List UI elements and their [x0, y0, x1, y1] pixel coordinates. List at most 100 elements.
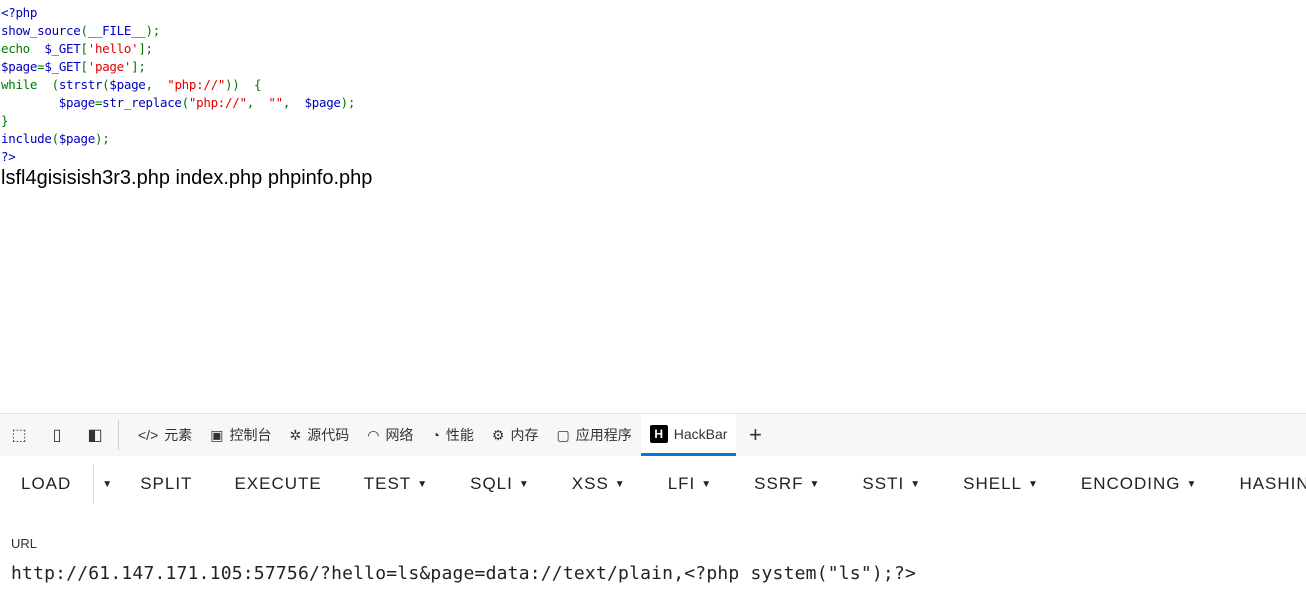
- menu-label: ENCODING: [1080, 474, 1181, 493]
- code-token: );: [145, 23, 161, 38]
- devtools-tab-3[interactable]: ◠ 网络: [358, 414, 422, 456]
- caret-down-icon: ▼: [910, 478, 922, 490]
- code-token: <?php: [1, 5, 38, 20]
- tab-icon: </>: [138, 427, 159, 443]
- devtools-tab-7[interactable]: H HackBar: [640, 414, 737, 456]
- tab-icon: ◔: [431, 427, 440, 443]
- devtools-tab-4[interactable]: ◔ 性能: [422, 414, 482, 456]
- devtools-tab-1[interactable]: ▣ 控制台: [201, 414, 280, 456]
- code-token: );: [94, 131, 110, 146]
- code-token: ?>: [1, 149, 16, 164]
- menu-label: SSTI: [862, 474, 905, 493]
- code-token: echo: [1, 41, 45, 56]
- code-token: (: [80, 23, 88, 38]
- code-line: include($page);: [1, 130, 355, 148]
- menu-label: SHELL: [963, 474, 1022, 493]
- code-token: "": [268, 95, 283, 110]
- url-input[interactable]: http://61.147.171.105:57756/?hello=ls&pa…: [11, 563, 916, 584]
- tab-label: 控制台: [229, 427, 272, 443]
- caret-down-icon: ▼: [809, 478, 821, 490]
- tab-label: 内存: [510, 427, 539, 443]
- tab-label: 元素: [164, 427, 193, 443]
- caret-down-icon: ▼: [1186, 478, 1198, 490]
- devtools-tab-2[interactable]: ✲ 源代码: [280, 414, 358, 456]
- hackbar-menu-ssrf[interactable]: SSRF ▼: [733, 474, 841, 494]
- load-dropdown-caret[interactable]: ▼: [94, 479, 119, 490]
- code-token: ];: [138, 41, 153, 56]
- code-token: __FILE__: [87, 23, 146, 38]
- url-label: URL: [11, 536, 38, 551]
- code-token: $_GET: [44, 41, 81, 56]
- code-token: [: [80, 59, 89, 74]
- hackbar-menu-lfi[interactable]: LFI ▼: [647, 474, 733, 494]
- caret-down-icon: ▼: [614, 478, 626, 490]
- hackbar-menu-encoding[interactable]: ENCODING ▼: [1060, 474, 1219, 494]
- menu-label: XSS: [571, 474, 609, 493]
- hackbar-menu-shell[interactable]: SHELL ▼: [942, 474, 1060, 494]
- code-token: }: [1, 113, 9, 128]
- menu-label: LFI: [667, 474, 696, 493]
- code-line: ?>: [1, 148, 355, 166]
- code-token: str_replace: [102, 95, 182, 110]
- code-token: ];: [131, 59, 146, 74]
- menu-label: SQLI: [470, 474, 513, 493]
- device-emulation-icon[interactable]: ▯: [38, 425, 76, 445]
- tab-label: 源代码: [307, 427, 350, 443]
- code-token: "php://": [167, 77, 226, 92]
- code-token: $page: [1, 95, 95, 110]
- tab-icon: ⚙: [491, 426, 505, 443]
- code-token: ,: [246, 95, 269, 110]
- hackbar-toolbar: LOAD ▼ SPLIT EXECUTE TEST ▼ SQLI ▼ XSS ▼ LFI ▼ SSR…: [0, 462, 1306, 506]
- caret-down-icon: ▼: [1028, 478, 1039, 490]
- code-token: "php://": [188, 95, 247, 110]
- menu-label: SPLIT: [140, 474, 193, 493]
- devtools-tab-0[interactable]: </> 元素: [129, 414, 201, 456]
- code-token: )) {: [225, 77, 262, 92]
- tab-label: HackBar: [673, 425, 728, 442]
- add-tab-button[interactable]: +: [736, 422, 774, 448]
- code-token: 'page': [87, 59, 132, 74]
- code-line: $page=$_GET['page'];: [1, 58, 355, 76]
- dock-icon[interactable]: ◧: [76, 425, 114, 445]
- code-token: $page: [109, 77, 146, 92]
- hackbar-menu-test[interactable]: TEST ▼: [343, 474, 449, 494]
- devtools-tab-5[interactable]: ⚙ 内存: [483, 414, 548, 456]
- hackbar-menu-sqli[interactable]: SQLI ▼: [449, 474, 551, 494]
- inspect-icon[interactable]: ⬚: [0, 425, 38, 445]
- code-line: <?php: [1, 4, 355, 22]
- hackbar-menu-execute[interactable]: EXECUTE: [213, 474, 342, 494]
- hackbar-menu-split[interactable]: SPLIT: [119, 474, 213, 494]
- devtools-tab-6[interactable]: ▢ 应用程序: [547, 414, 640, 456]
- tab-label: 性能: [445, 427, 474, 443]
- menu-label: TEST: [363, 474, 412, 493]
- code-token: include: [1, 131, 52, 146]
- caret-down-icon: ▼: [701, 478, 713, 490]
- code-token: $_GET: [44, 59, 81, 74]
- code-token: 'hello': [87, 41, 139, 56]
- code-token: );: [340, 95, 356, 110]
- devtools-tabbar: ⬚ ▯ ◧ </> 元素 ▣ 控制台 ✲ 源代码 ◠ 网络 ◔ 性能 ⚙ 内存 ▢ 应用程序 H HackBa…: [0, 413, 1306, 456]
- menu-label: HASHING: [1239, 474, 1306, 493]
- hackbar-menu-hashing[interactable]: HASHING▼: [1218, 474, 1306, 494]
- code-token: $page: [304, 95, 341, 110]
- code-line: }: [1, 112, 355, 130]
- code-token: (: [181, 95, 190, 110]
- code-token: strstr: [58, 77, 103, 92]
- menu-label: SSRF: [754, 474, 804, 493]
- code-token: $page: [58, 131, 95, 146]
- hackbar-menu-xss[interactable]: XSS ▼: [551, 474, 647, 494]
- code-token: while (: [1, 77, 59, 92]
- code-line: while (strstr($page, "php://")) {: [1, 76, 355, 94]
- tab-icon: H: [649, 424, 668, 443]
- code-line: $page=str_replace("php://", "", $page);: [1, 94, 356, 112]
- tab-icon: ◠: [367, 426, 380, 443]
- code-line: echo $_GET['hello'];: [1, 40, 355, 58]
- hackbar-menu-ssti[interactable]: SSTI ▼: [841, 474, 942, 494]
- code-token: ,: [145, 77, 168, 92]
- code-token: [: [80, 41, 89, 56]
- menu-label: EXECUTE: [234, 474, 322, 493]
- tab-label: 网络: [385, 427, 414, 443]
- code-token: show_source: [1, 23, 81, 38]
- load-button[interactable]: LOAD: [0, 474, 93, 494]
- command-output: lsfl4gisisish3r3.php index.php phpinfo.p…: [1, 167, 373, 189]
